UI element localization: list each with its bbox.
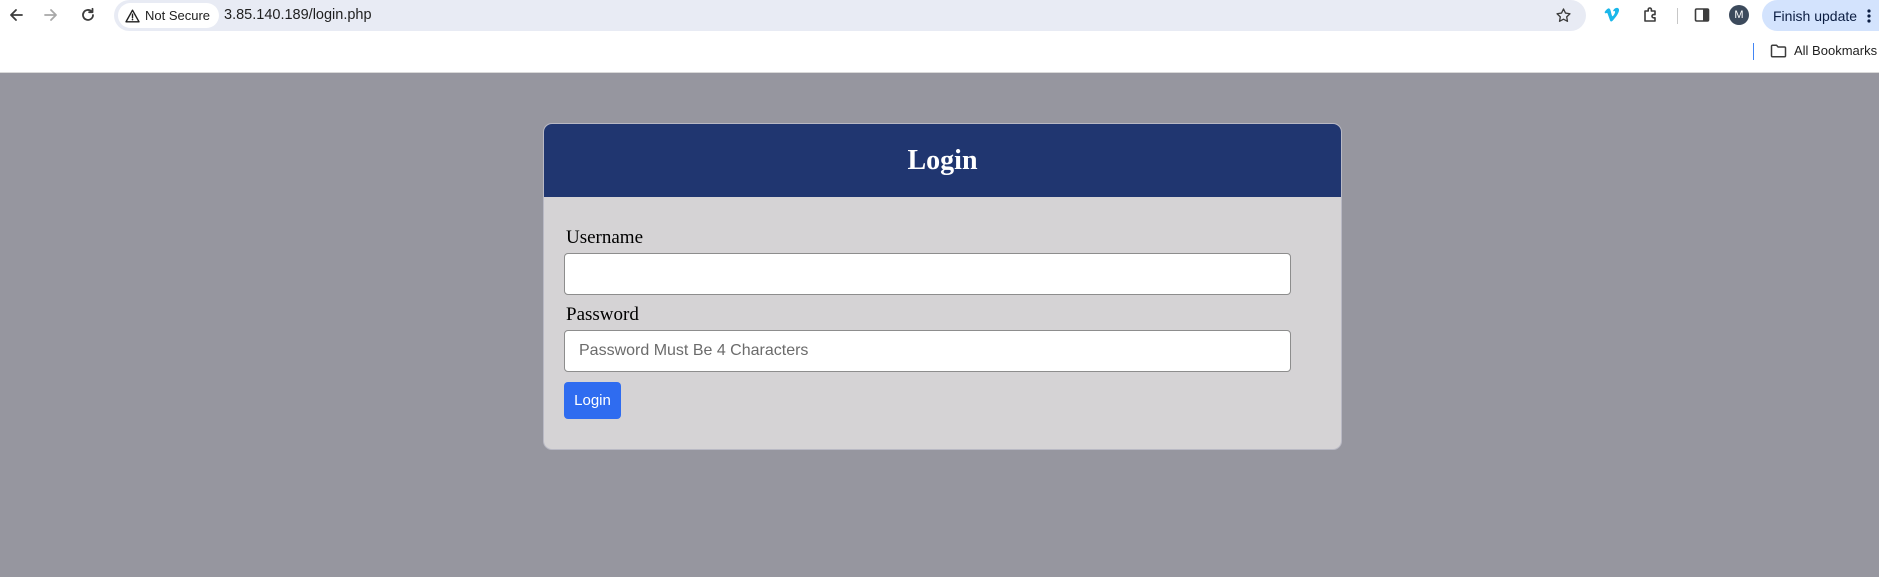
url-text[interactable]: 3.85.140.189/login.php	[224, 7, 372, 23]
forward-icon[interactable]	[40, 4, 62, 26]
browser-toolbar: Not Secure 3.85.140.189/login.php M Fini…	[0, 0, 1879, 31]
login-button[interactable]: Login	[564, 382, 621, 419]
security-label: Not Secure	[145, 8, 211, 23]
back-icon[interactable]	[5, 4, 27, 26]
bookmarks-separator	[1753, 43, 1754, 60]
warning-icon	[125, 9, 140, 23]
login-title: Login	[907, 144, 978, 176]
toolbar-separator	[1677, 8, 1678, 24]
address-bar[interactable]: Not Secure 3.85.140.189/login.php	[114, 0, 1586, 31]
username-label: Username	[566, 227, 644, 248]
profile-avatar[interactable]: M	[1729, 5, 1749, 25]
login-card: Login Username Password Login	[543, 123, 1342, 450]
security-chip[interactable]: Not Secure	[118, 3, 220, 28]
password-label: Password	[566, 304, 639, 325]
side-panel-icon[interactable]	[1691, 4, 1713, 26]
username-input[interactable]	[564, 253, 1291, 295]
extensions-icon[interactable]	[1640, 4, 1662, 26]
folder-icon	[1770, 43, 1787, 58]
kebab-menu-icon[interactable]	[1867, 9, 1871, 23]
password-input[interactable]	[564, 330, 1291, 372]
login-header: Login	[544, 124, 1341, 197]
all-bookmarks-label: All Bookmarks	[1794, 43, 1878, 58]
vimeo-icon[interactable]	[1601, 4, 1623, 26]
bookmarks-bar: All Bookmarks	[0, 31, 1879, 73]
reload-icon[interactable]	[77, 4, 99, 26]
finish-update-button[interactable]: Finish update	[1762, 0, 1879, 31]
star-icon[interactable]	[1552, 4, 1574, 26]
all-bookmarks-button[interactable]: All Bookmarks	[1770, 43, 1877, 58]
